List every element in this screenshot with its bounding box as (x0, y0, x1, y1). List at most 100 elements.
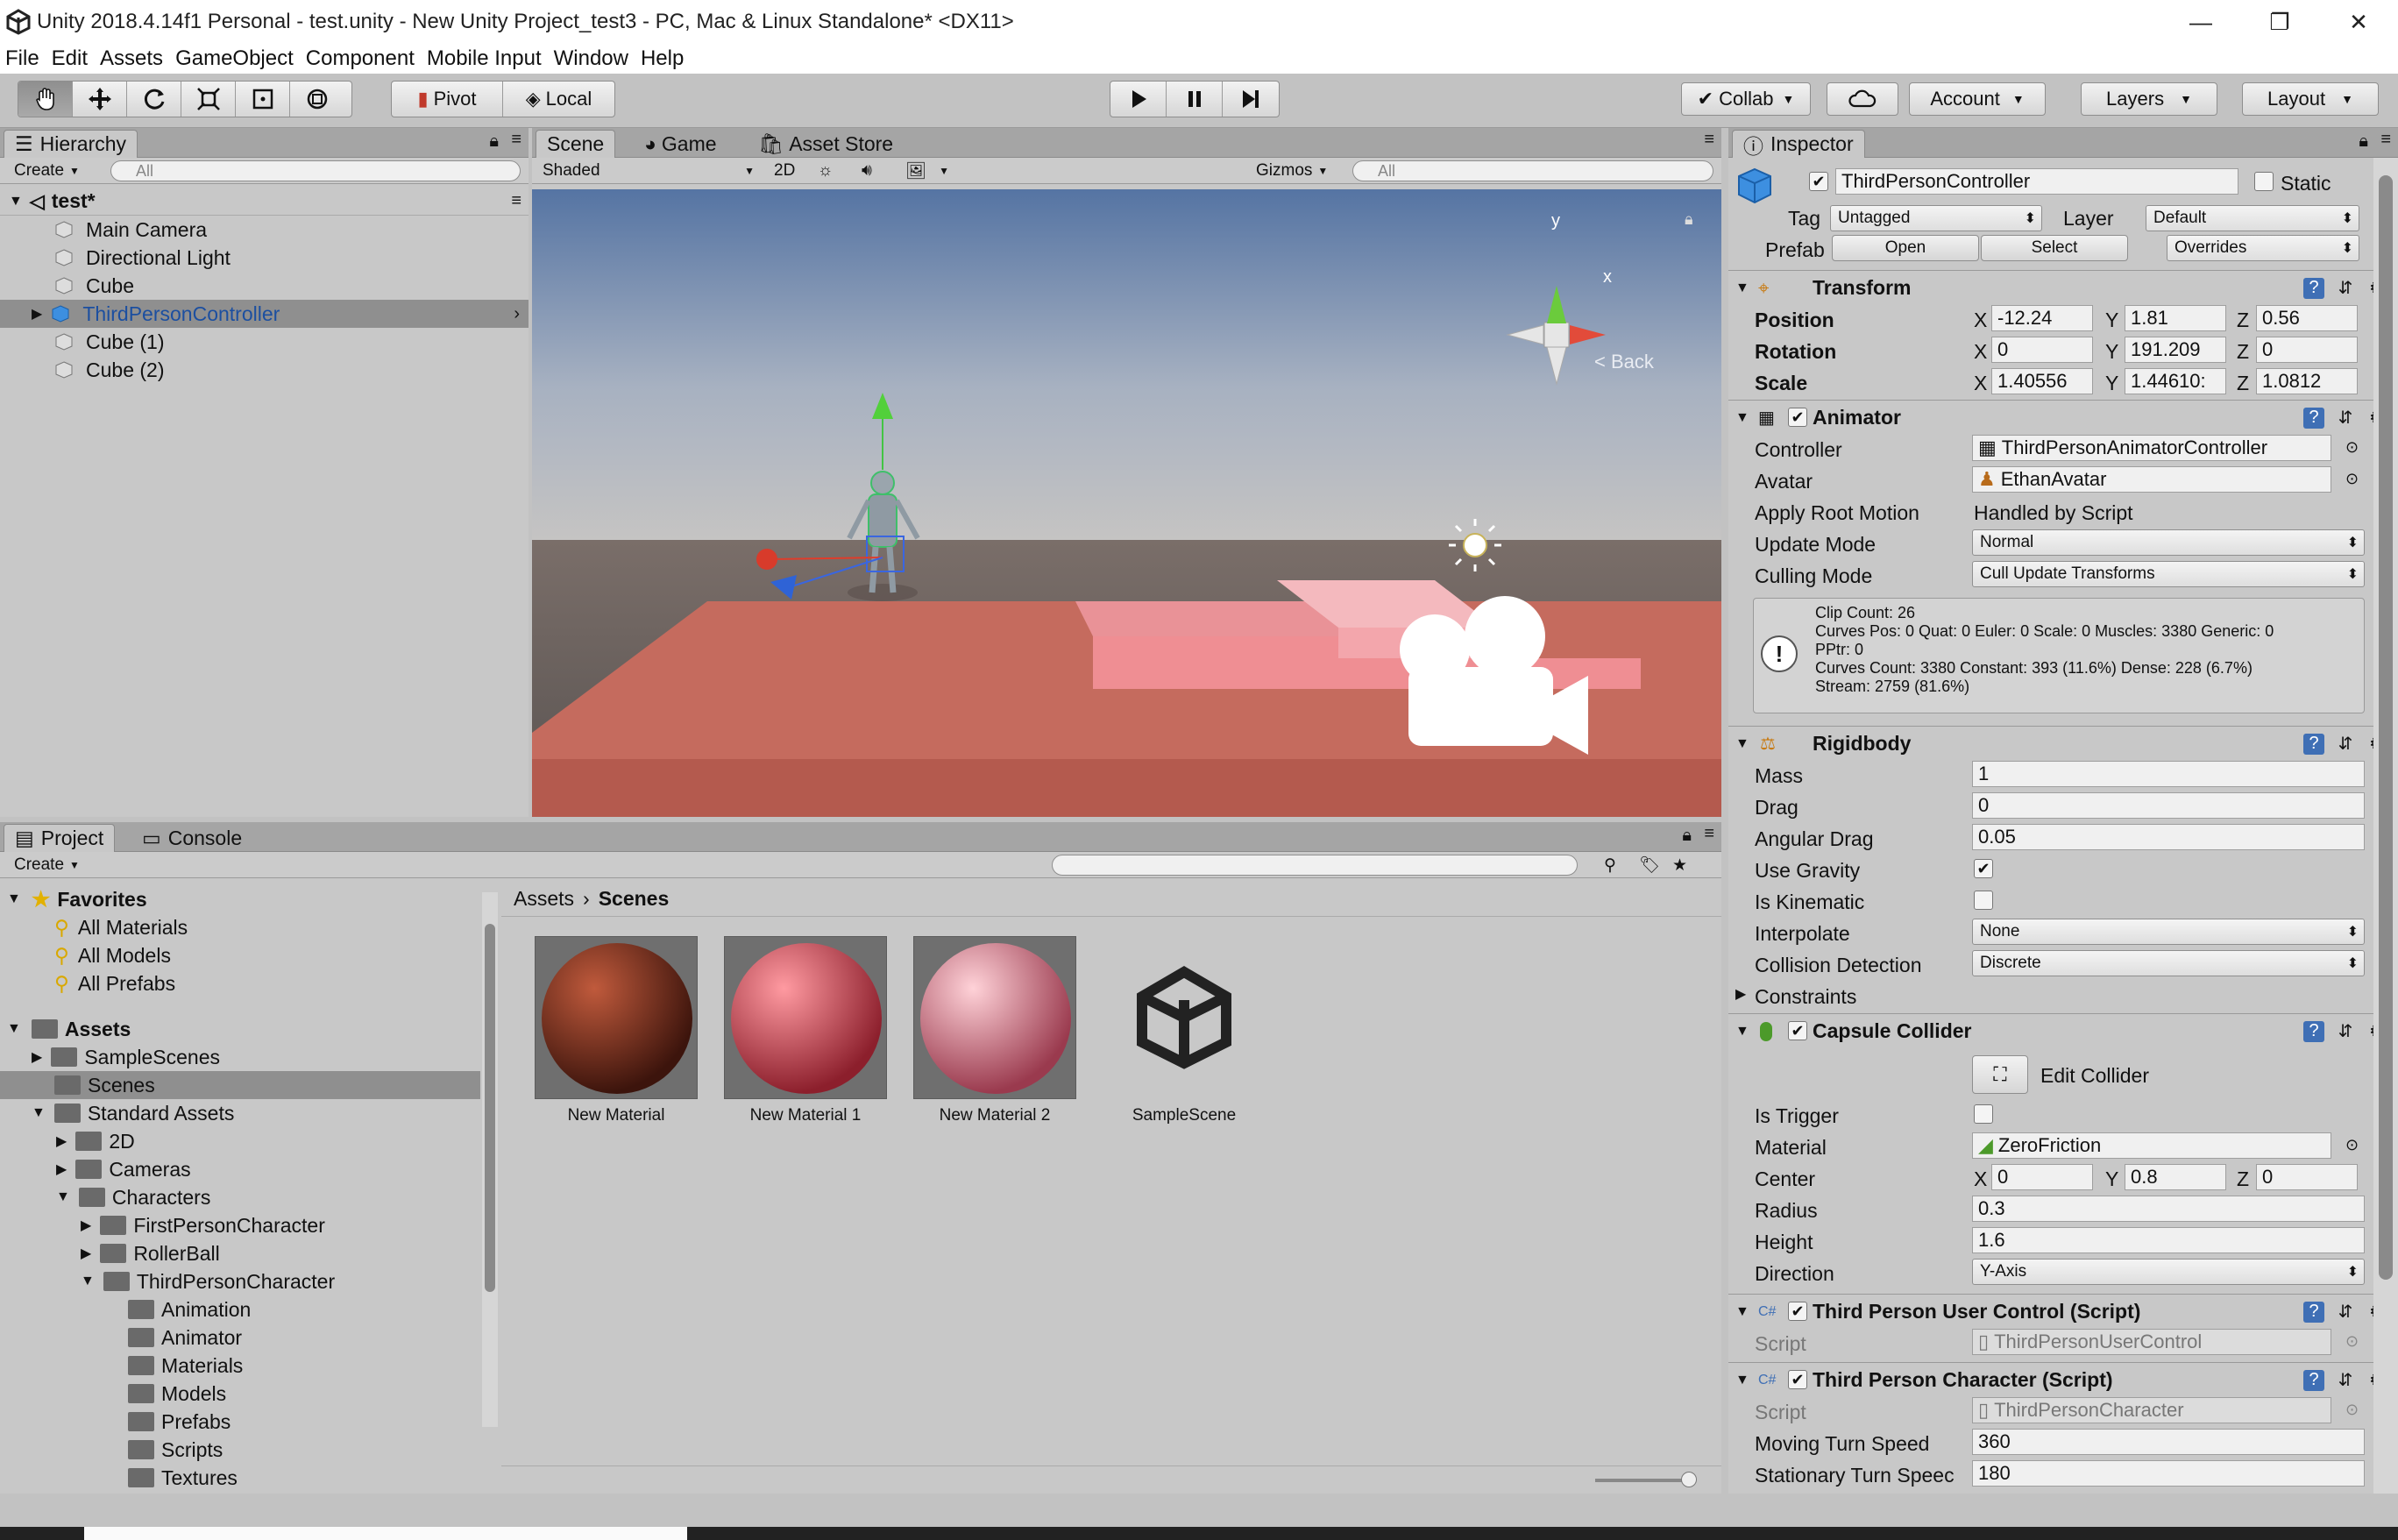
user-control-header[interactable]: ▼ C# ✔ Third Person User Control (Script… (1728, 1294, 2398, 1329)
expand-icon[interactable]: ▼ (9, 194, 23, 209)
menu-window[interactable]: Window (554, 46, 628, 71)
overrides-dropdown[interactable]: Overrides (2167, 235, 2359, 261)
asset-tile[interactable]: SampleScene (1103, 936, 1266, 1125)
help-icon[interactable]: ? (2303, 1020, 2324, 1042)
user-control-enabled-checkbox[interactable]: ✔ (1788, 1302, 1807, 1321)
tree-item[interactable]: ▶ SampleScenes (0, 1043, 480, 1071)
scale-x-field[interactable]: 1.40556 (1991, 368, 2093, 394)
character-enabled-checkbox[interactable]: ✔ (1788, 1370, 1807, 1389)
radius-field[interactable]: 0.3 (1972, 1196, 2365, 1222)
project-create-dropdown[interactable]: Create ▼ (7, 854, 87, 876)
menu-file[interactable]: File (5, 46, 39, 71)
step-icon[interactable] (1223, 82, 1279, 117)
collision-detection-dropdown[interactable]: Discrete (1972, 950, 2365, 976)
cloud-icon[interactable] (1827, 82, 1898, 116)
preset-icon[interactable]: ⇵ (2335, 1370, 2356, 1391)
help-icon[interactable]: ? (2303, 733, 2324, 755)
tree-item[interactable]: Textures (0, 1464, 480, 1492)
rotate-tool-icon[interactable] (127, 82, 181, 117)
static-checkbox[interactable] (2254, 172, 2274, 191)
panel-menu-icon[interactable]: ≡ (1704, 824, 1714, 844)
rotation-y-field[interactable]: 191.209 (2125, 337, 2226, 363)
layout-dropdown[interactable]: Layout ▼ (2242, 82, 2379, 116)
prefab-open-button[interactable]: Open (1832, 235, 1979, 261)
scale-z-field[interactable]: 1.0812 (2256, 368, 2358, 394)
maximize-button[interactable]: ❐ (2240, 0, 2319, 44)
tab-console[interactable]: ▭ Console (131, 824, 252, 852)
use-gravity-checkbox[interactable]: ✔ (1974, 859, 1993, 878)
collab-dropdown[interactable]: ✔ Collab ▼ (1681, 82, 1811, 116)
asset-tile[interactable]: New Material 2 (913, 936, 1076, 1125)
tree-item[interactable]: Models (0, 1380, 480, 1408)
rotation-x-field[interactable]: 0 (1991, 337, 2093, 363)
angular-drag-field[interactable]: 0.05 (1972, 824, 2365, 850)
layers-dropdown[interactable]: Layers ▼ (2081, 82, 2217, 116)
help-icon[interactable]: ? (2303, 277, 2324, 299)
center-z-field[interactable]: 0 (2256, 1164, 2358, 1190)
object-name-field[interactable]: ThirdPersonController (1835, 168, 2238, 195)
constraints-label[interactable]: Constraints (1755, 985, 1856, 1009)
prefab-select-button[interactable]: Select (1981, 235, 2128, 261)
effects-icon[interactable]: 🖼︎ ▼ (898, 160, 956, 182)
local-button[interactable]: ◈ Local (503, 82, 614, 117)
animator-enabled-checkbox[interactable]: ✔ (1788, 408, 1807, 427)
character-header[interactable]: ▼ C# ✔ Third Person Character (Script) ?… (1728, 1362, 2398, 1397)
project-search-input[interactable] (1052, 855, 1578, 876)
pivot-button[interactable]: ▮ Pivot (392, 82, 503, 117)
layer-dropdown[interactable]: Default (2146, 205, 2359, 231)
favorite-item[interactable]: ⚲ All Materials (0, 913, 480, 941)
avatar-field[interactable]: ♟ EthanAvatar (1972, 466, 2331, 493)
center-y-field[interactable]: 0.8 (2125, 1164, 2226, 1190)
scene-search-input[interactable]: All (1352, 160, 1713, 181)
scene-viewport[interactable]: y x < Back 🔒︎ (532, 189, 1721, 817)
moving-turn-speed-field[interactable]: 360 (1972, 1429, 2365, 1455)
scale-y-field[interactable]: 1.44610: (2125, 368, 2226, 394)
lock-icon[interactable]: 🔒︎ (489, 131, 499, 152)
help-icon[interactable]: ? (2303, 1369, 2324, 1391)
play-icon[interactable] (1110, 82, 1167, 117)
tab-scene[interactable]: Scene (536, 130, 616, 158)
hierarchy-item[interactable]: Cube (1) (0, 328, 529, 356)
active-checkbox[interactable]: ✔ (1809, 172, 1828, 191)
menu-assets[interactable]: Assets (100, 46, 163, 71)
animator-header[interactable]: ▼ ▦ ✔ Animator ?⇵⚙ (1728, 400, 2398, 435)
search-by-label-icon[interactable]: 🏷︎ (1632, 854, 1667, 876)
hand-tool-icon[interactable] (18, 82, 73, 117)
breadcrumb-assets[interactable]: Assets (514, 887, 574, 911)
scale-tool-icon[interactable] (181, 82, 236, 117)
move-tool-icon[interactable] (73, 82, 127, 117)
interpolate-dropdown[interactable]: None (1972, 919, 2365, 945)
tree-item[interactable]: ▶ RollerBall (0, 1239, 480, 1267)
panel-menu-icon[interactable]: ≡ (2380, 130, 2391, 150)
position-y-field[interactable]: 1.81 (2125, 305, 2226, 331)
slider-handle[interactable] (1681, 1472, 1697, 1487)
preset-icon[interactable]: ⇵ (2335, 734, 2356, 755)
shading-dropdown[interactable]: Shaded ▼ (536, 160, 760, 182)
menu-component[interactable]: Component (306, 46, 415, 71)
object-picker-icon[interactable]: ⊙ (2345, 470, 2359, 488)
material-field[interactable]: ◢ ZeroFriction (1972, 1132, 2331, 1159)
menu-help[interactable]: Help (641, 46, 684, 71)
preset-icon[interactable]: ⇵ (2335, 1302, 2356, 1323)
menu-mobile-input[interactable]: Mobile Input (427, 46, 542, 71)
preset-icon[interactable]: ⇵ (2335, 1021, 2356, 1042)
culling-mode-dropdown[interactable]: Cull Update Transforms (1972, 561, 2365, 587)
lock-icon[interactable]: 🔒︎ (2359, 131, 2368, 152)
tree-item[interactable]: Animator (0, 1324, 480, 1352)
panel-menu-icon[interactable]: ≡ (1704, 130, 1714, 150)
thumbnail-size-slider[interactable] (1595, 1479, 1692, 1482)
direction-dropdown[interactable]: Y-Axis (1972, 1259, 2365, 1285)
hierarchy-item[interactable]: Directional Light (0, 244, 529, 272)
edit-collider-icon[interactable]: ⛶ (1972, 1055, 2028, 1094)
asset-tile[interactable]: New Material (535, 936, 698, 1125)
height-field[interactable]: 1.6 (1972, 1227, 2365, 1253)
tree-item[interactable]: Prefabs (0, 1408, 480, 1436)
update-mode-dropdown[interactable]: Normal (1972, 529, 2365, 556)
position-x-field[interactable]: -12.24 (1991, 305, 2093, 331)
pause-icon[interactable] (1167, 82, 1223, 117)
tree-item[interactable]: Animation (0, 1295, 480, 1324)
lighting-icon[interactable]: ☼ (811, 160, 840, 182)
tree-item[interactable]: ▶ FirstPersonCharacter (0, 1211, 480, 1239)
tree-item[interactable]: ▼ Standard Assets (0, 1099, 480, 1127)
favorites-row[interactable]: ▼ ★ Favorites (0, 885, 480, 913)
